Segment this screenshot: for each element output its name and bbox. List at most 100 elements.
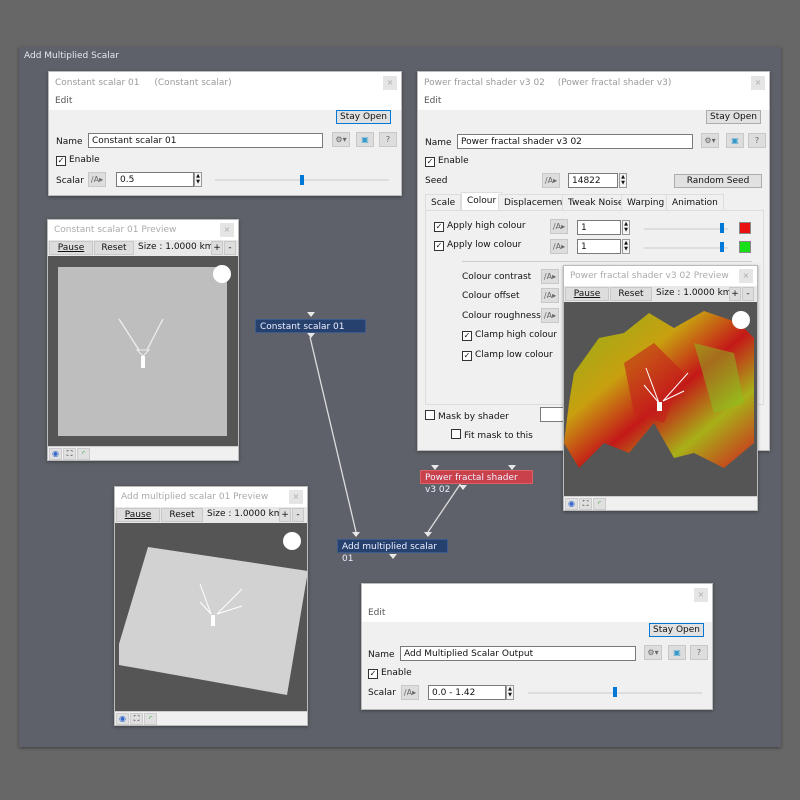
node-add-multiplied-scalar[interactable]: Add multiplied scalar 01 [337,539,448,564]
node-input-pin[interactable] [307,312,315,317]
stay-open-button[interactable]: Stay Open [336,110,391,124]
close-button[interactable]: × [289,490,303,504]
apply-low-colour-input[interactable]: 1 [577,239,621,254]
close-button[interactable]: × [739,269,753,283]
zoom-in-button[interactable]: + [729,287,741,301]
window-titlebar[interactable]: Constant scalar 01 (Constant scalar) × [49,72,401,94]
low-colour-swatch[interactable] [739,241,751,253]
preview-titlebar[interactable]: Power fractal shader v3 02 Preview × [564,266,757,286]
tab-animation[interactable]: Animation [666,194,724,210]
zoom-out-button[interactable]: - [292,508,304,522]
eye-icon[interactable]: ◉ [49,448,62,460]
apply-high-colour-input[interactable]: 1 [577,220,621,235]
menu-edit[interactable]: Edit [418,94,769,110]
apply-low-colour-slider-thumb[interactable] [720,242,724,252]
close-button[interactable]: × [220,223,234,237]
zoom-out-button[interactable]: - [742,287,754,301]
pause-button[interactable]: Pause [565,287,609,301]
node-input-pin[interactable] [352,532,360,537]
scalar-slider-thumb[interactable] [300,175,304,185]
name-input[interactable]: Constant scalar 01 [88,133,323,148]
node-output-pin[interactable] [459,485,467,490]
compass-icon[interactable] [213,265,231,283]
preview-viewport[interactable] [48,257,238,446]
menu-edit[interactable]: Edit [49,94,401,110]
mask-by-shader-checkbox[interactable]: Mask by shader [425,410,509,422]
curve-icon[interactable]: ◜ [77,448,90,460]
help-icon[interactable]: ? [748,133,766,148]
scalar-input[interactable]: 0.5 [116,172,194,187]
scalar-spinner[interactable]: ▲ ▼ [194,172,202,187]
gear-icon[interactable]: ⚙▾ [644,645,662,660]
frame-icon[interactable]: ⛶ [579,498,592,510]
random-seed-button[interactable]: Random Seed [674,174,762,188]
tab-scale[interactable]: Scale [425,194,462,210]
function-icon[interactable]: ∕A▸ [401,685,419,700]
pause-button[interactable]: Pause [49,241,93,255]
gear-icon[interactable]: ⚙▾ [332,132,350,147]
tab-warping[interactable]: Warping [621,194,671,210]
frame-icon[interactable]: ⛶ [63,448,76,460]
preview-titlebar[interactable]: Constant scalar 01 Preview × [48,220,238,240]
menu-edit[interactable]: Edit [362,606,712,622]
clamp-low-colour-checkbox[interactable]: ✓ Clamp low colour [462,350,553,361]
node-constant-scalar[interactable]: Constant scalar 01 [255,319,366,333]
function-icon[interactable]: ∕A▸ [541,269,559,284]
close-button[interactable]: × [694,588,708,602]
function-icon[interactable]: ∕A▸ [541,288,559,303]
preview-icon[interactable]: ▣ [356,132,374,147]
preview-viewport[interactable] [115,524,307,711]
node-power-fractal-shader[interactable]: Power fractal shader v3 02 [420,470,533,495]
node-output-pin[interactable] [307,333,315,338]
window-titlebar[interactable]: × [362,584,712,606]
eye-icon[interactable]: ◉ [565,498,578,510]
pause-button[interactable]: Pause [116,508,160,522]
help-icon[interactable]: ? [379,132,397,147]
preview-viewport[interactable] [564,303,757,496]
compass-icon[interactable] [283,532,301,550]
stay-open-button[interactable]: Stay Open [706,110,761,124]
function-icon[interactable]: ∕A▸ [542,173,560,188]
seed-input[interactable]: 14822 [568,173,618,188]
function-icon[interactable]: ∕A▸ [541,308,559,323]
clamp-high-colour-checkbox[interactable]: ✓ Clamp high colour [462,330,557,341]
scalar-slider-thumb[interactable] [613,687,617,697]
seed-spinner[interactable]: ▲ ▼ [619,173,627,188]
function-icon[interactable]: ∕A▸ [550,219,568,234]
close-button[interactable]: × [383,76,397,90]
node-output-pin[interactable] [389,554,397,559]
apply-high-colour-checkbox[interactable]: ✓ Apply high colour [434,221,526,232]
node-input-pin[interactable] [424,532,432,537]
frame-icon[interactable]: ⛶ [130,713,143,725]
stay-open-button[interactable]: Stay Open [649,623,704,637]
curve-icon[interactable]: ◜ [593,498,606,510]
tab-displacement[interactable]: Displacement [498,194,572,210]
zoom-out-button[interactable]: - [224,241,236,255]
apply-low-colour-slider[interactable] [644,247,728,249]
apply-low-colour-spinner[interactable]: ▲ ▼ [622,239,630,254]
enable-checkbox[interactable]: ✓ Enable [368,668,412,679]
apply-high-colour-slider-thumb[interactable] [720,223,724,233]
enable-checkbox[interactable]: ✓ Enable [56,155,100,166]
function-icon[interactable]: ∕A▸ [88,172,106,187]
preview-titlebar[interactable]: Add multiplied scalar 01 Preview × [115,487,307,507]
close-button[interactable]: × [751,76,765,90]
reset-button[interactable]: Reset [610,287,652,301]
window-titlebar[interactable]: Power fractal shader v3 02 (Power fracta… [418,72,769,94]
help-icon[interactable]: ? [690,645,708,660]
name-input[interactable]: Power fractal shader v3 02 [457,134,693,149]
curve-icon[interactable]: ◜ [144,713,157,725]
zoom-in-button[interactable]: + [211,241,223,255]
apply-high-colour-spinner[interactable]: ▲ ▼ [622,220,630,235]
compass-icon[interactable] [732,311,750,329]
eye-icon[interactable]: ◉ [116,713,129,725]
scalar-input[interactable]: 0.0 - 1.42 [428,685,506,700]
apply-low-colour-checkbox[interactable]: ✓ Apply low colour [434,240,521,251]
name-input[interactable]: Add Multiplied Scalar Output [400,646,636,661]
tab-tweak-noise[interactable]: Tweak Noise [562,194,630,210]
gear-icon[interactable]: ⚙▾ [701,133,719,148]
high-colour-swatch[interactable] [739,222,751,234]
function-icon[interactable]: ∕A▸ [550,239,568,254]
tab-colour[interactable]: Colour [461,192,503,210]
enable-checkbox[interactable]: ✓ Enable [425,156,469,167]
